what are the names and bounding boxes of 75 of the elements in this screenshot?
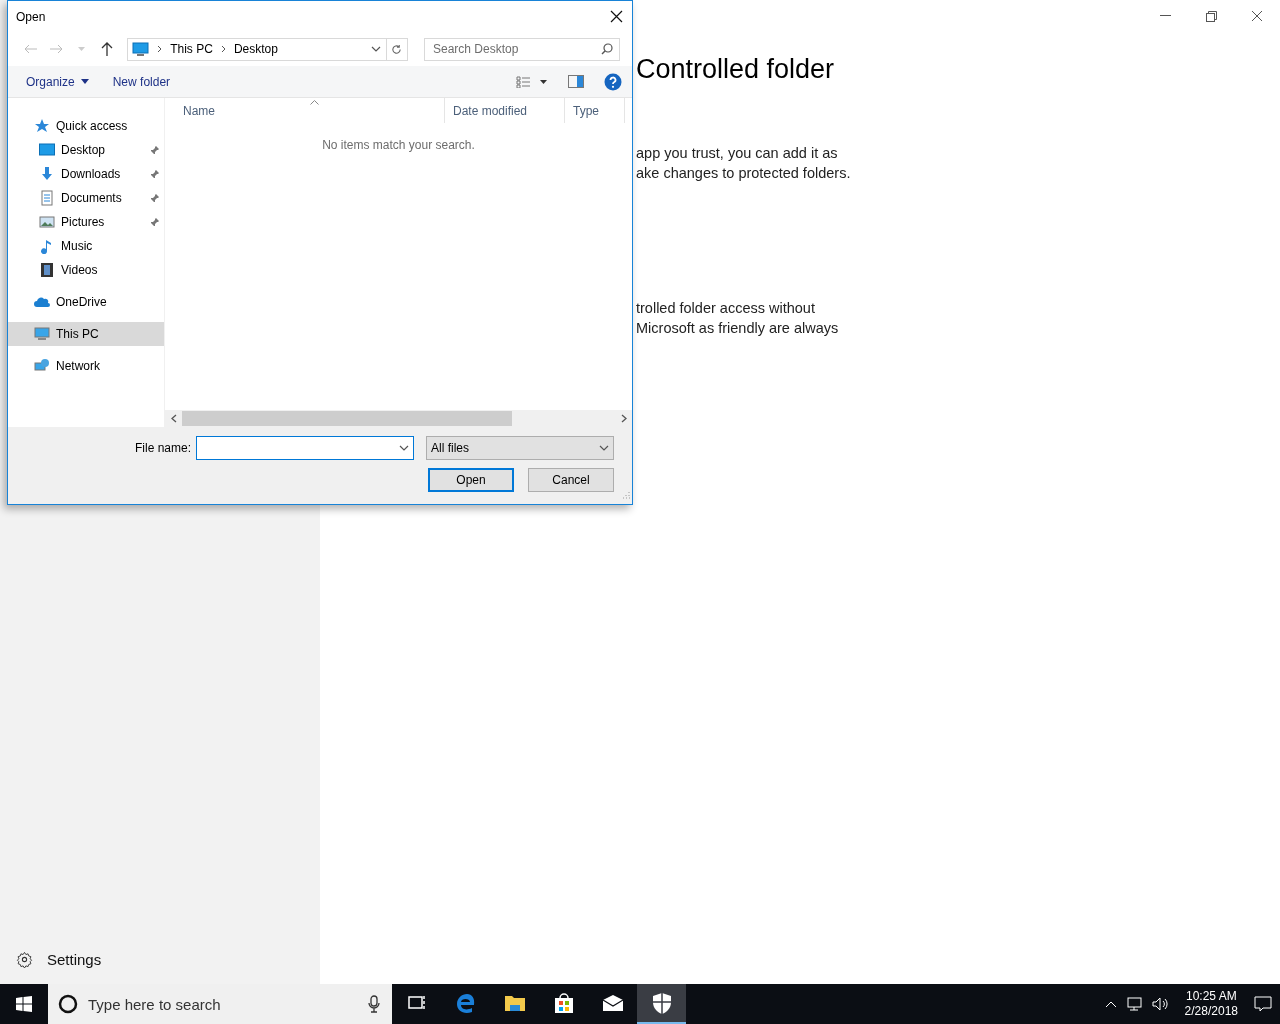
pin-icon[interactable] <box>150 145 160 155</box>
picture-icon <box>39 214 55 230</box>
search-field[interactable]: Search Desktop <box>423 37 620 61</box>
resize-grip-icon[interactable] <box>622 491 630 499</box>
nav-item[interactable]: Network <box>8 354 164 378</box>
nav-item[interactable]: Music <box>8 234 164 258</box>
scrollbar-thumb[interactable] <box>182 411 512 426</box>
close-icon[interactable] <box>1251 10 1263 22</box>
taskbar-search-field[interactable]: Type here to search <box>48 984 392 1024</box>
dialog-title: Open <box>16 9 46 24</box>
page-heading: Controlled folder <box>636 54 836 85</box>
star-icon <box>34 118 50 134</box>
new-folder-button[interactable]: New folder <box>112 74 171 89</box>
search-icon <box>601 43 613 55</box>
up-arrow-icon[interactable] <box>100 42 113 56</box>
chevron-down-icon <box>599 445 609 451</box>
microphone-icon[interactable] <box>368 995 380 1013</box>
empty-message: No items match your search. <box>321 138 476 152</box>
close-icon[interactable] <box>609 10 623 23</box>
description-text: app you trust, you can add it as ake changes to protected folders. <box>636 144 852 183</box>
download-arrow-icon <box>39 166 55 182</box>
network-icon[interactable] <box>1124 996 1143 1012</box>
speaker-icon[interactable] <box>1150 996 1169 1012</box>
network-icon <box>34 358 50 374</box>
windows-logo-icon[interactable] <box>16 996 32 1012</box>
film-icon <box>39 262 55 278</box>
settings-icon[interactable] <box>16 951 33 968</box>
chevron-down-icon <box>399 445 409 451</box>
chevron-right-icon <box>157 45 163 53</box>
settings-label[interactable]: Settings <box>47 951 102 968</box>
nav-item[interactable]: Desktop <box>8 138 164 162</box>
chevron-down-icon <box>370 46 381 52</box>
column-header[interactable]: Date modified <box>445 98 565 123</box>
breadcrumb[interactable]: This PC <box>170 42 213 56</box>
nav-item[interactable]: Downloads <box>8 162 164 186</box>
preview-pane-icon[interactable] <box>568 75 584 88</box>
sort-caret-icon <box>309 100 319 105</box>
clock[interactable]: 10:25 AM 2/28/2018 <box>1176 989 1246 1019</box>
file-type-dropdown[interactable]: All files <box>426 436 614 460</box>
taskbar-app[interactable] <box>637 984 686 1024</box>
chevron-up-icon[interactable] <box>1104 1000 1117 1008</box>
nav-item[interactable]: Pictures <box>8 210 164 234</box>
column-header[interactable]: Type <box>565 98 625 123</box>
address-bar[interactable]: This PC Desktop <box>127 37 408 61</box>
organize-button[interactable]: Organize <box>26 74 89 89</box>
refresh-icon[interactable] <box>391 43 403 55</box>
help-icon[interactable] <box>604 72 622 91</box>
computer-icon <box>132 41 150 57</box>
pin-icon[interactable] <box>150 217 160 227</box>
minimize-icon[interactable] <box>1159 15 1171 17</box>
restore-icon[interactable] <box>1205 10 1217 22</box>
nav-item[interactable]: Quick access <box>8 114 164 138</box>
cancel-button[interactable]: Cancel <box>528 468 614 492</box>
nav-item[interactable]: OneDrive <box>8 290 164 314</box>
monitor-icon <box>39 142 55 158</box>
file-name-field[interactable] <box>196 436 414 460</box>
open-button[interactable]: Open <box>428 468 514 492</box>
chevron-right-icon <box>220 45 226 53</box>
column-header[interactable]: Name <box>175 98 445 123</box>
notification-icon[interactable] <box>1254 996 1272 1012</box>
pin-icon[interactable] <box>150 169 160 179</box>
description-text: trolled folder access without Microsoft as friendly are always <box>636 299 840 338</box>
file-name-label: File name: <box>134 441 191 455</box>
scroll-left-icon[interactable] <box>170 414 177 423</box>
caret-icon <box>80 79 89 84</box>
nav-item[interactable]: Videos <box>8 258 164 282</box>
scroll-right-icon[interactable] <box>620 414 627 423</box>
nav-item[interactable]: Documents <box>8 186 164 210</box>
document-icon <box>39 190 55 206</box>
circle-icon <box>58 994 78 1014</box>
breadcrumb[interactable]: Desktop <box>233 42 278 56</box>
pin-icon[interactable] <box>150 193 160 203</box>
view-options-icon[interactable] <box>516 75 548 88</box>
computer-icon <box>34 326 50 342</box>
nav-item[interactable]: This PC <box>8 322 164 346</box>
